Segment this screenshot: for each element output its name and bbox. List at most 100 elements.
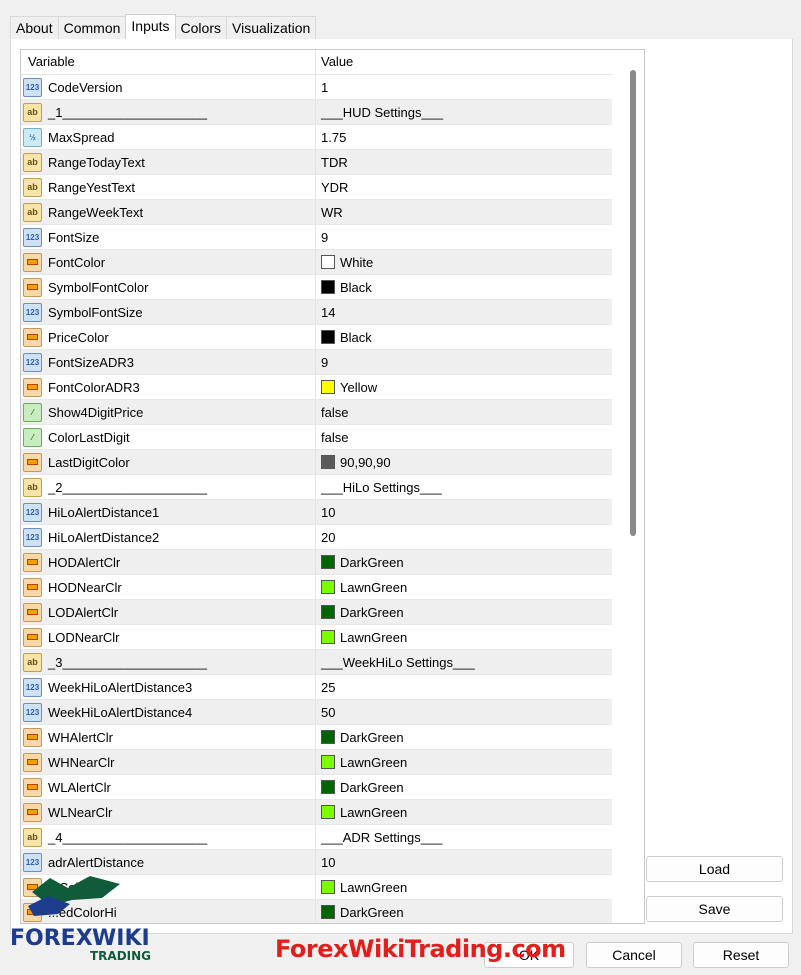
variable-cell[interactable]: ab RangeTodayText xyxy=(21,150,316,174)
table-row[interactable]: ab _1____________________ ___HUD Settings_… xyxy=(21,100,612,125)
value-cell[interactable]: DarkGreen xyxy=(316,775,612,799)
value-cell[interactable]: LawnGreen xyxy=(316,575,612,599)
variable-cell[interactable]: HODNearClr xyxy=(21,575,316,599)
tab-inputs[interactable]: Inputs xyxy=(125,14,176,40)
table-row[interactable]: 123 SymbolFontSize 14 xyxy=(21,300,612,325)
table-row[interactable]: WHNearClr LawnGreen xyxy=(21,750,612,775)
table-row[interactable]: ab RangeWeekText WR xyxy=(21,200,612,225)
variable-cell[interactable]: FontColorADR3 xyxy=(21,375,316,399)
variable-cell[interactable]: ab _4____________________ xyxy=(21,825,316,849)
variable-cell[interactable]: LastDigitColor xyxy=(21,450,316,474)
value-cell[interactable]: ___HiLo Settings___ xyxy=(316,475,612,499)
save-button[interactable]: Save xyxy=(646,896,783,922)
value-cell[interactable]: WR xyxy=(316,200,612,224)
variable-cell[interactable]: WLAlertClr xyxy=(21,775,316,799)
header-value[interactable]: Value xyxy=(316,50,612,74)
variable-cell[interactable]: WHNearClr xyxy=(21,750,316,774)
table-row[interactable]: SymbolFontColor Black xyxy=(21,275,612,300)
variable-cell[interactable]: ab _3____________________ xyxy=(21,650,316,674)
value-cell[interactable]: DarkGreen xyxy=(316,900,612,923)
variable-cell[interactable]: 123 WeekHiLoAlertDistance3 xyxy=(21,675,316,699)
value-cell[interactable]: 1 xyxy=(316,75,612,99)
variable-cell[interactable]: ½ MaxSpread xyxy=(21,125,316,149)
tab-visualization[interactable]: Visualization xyxy=(226,16,317,40)
table-row[interactable]: LODNearClr LawnGreen xyxy=(21,625,612,650)
variable-cell[interactable]: ab _2____________________ xyxy=(21,475,316,499)
header-variable[interactable]: Variable xyxy=(21,50,316,74)
value-cell[interactable]: ___ADR Settings___ xyxy=(316,825,612,849)
variable-cell[interactable]: ab RangeWeekText xyxy=(21,200,316,224)
value-cell[interactable]: LawnGreen xyxy=(316,625,612,649)
value-cell[interactable]: White xyxy=(316,250,612,274)
tab-colors[interactable]: Colors xyxy=(174,16,227,40)
value-cell[interactable]: LawnGreen xyxy=(316,800,612,824)
value-cell[interactable]: 50 xyxy=(316,700,612,724)
value-cell[interactable]: 90,90,90 xyxy=(316,450,612,474)
variable-cell[interactable]: HODAlertClr xyxy=(21,550,316,574)
variable-cell[interactable]: ab RangeYestText xyxy=(21,175,316,199)
value-cell[interactable]: Yellow xyxy=(316,375,612,399)
variable-cell[interactable]: 123 CodeVersion xyxy=(21,75,316,99)
value-cell[interactable]: LawnGreen xyxy=(316,875,612,899)
table-row[interactable]: 123 HiLoAlertDistance2 20 xyxy=(21,525,612,550)
variable-cell[interactable]: 123 SymbolFontSize xyxy=(21,300,316,324)
table-row[interactable]: ab _3____________________ ___WeekHiLo Sett… xyxy=(21,650,612,675)
variable-cell[interactable]: PriceColor xyxy=(21,325,316,349)
table-row[interactable]: LastDigitColor 90,90,90 xyxy=(21,450,612,475)
table-row[interactable]: FontColorADR3 Yellow xyxy=(21,375,612,400)
table-row[interactable]: ⁄ Show4DigitPrice false xyxy=(21,400,612,425)
value-cell[interactable]: 1.75 xyxy=(316,125,612,149)
variable-cell[interactable]: ⁄ Show4DigitPrice xyxy=(21,400,316,424)
table-row[interactable]: WHAlertClr DarkGreen xyxy=(21,725,612,750)
variable-cell[interactable]: 123 FontSize xyxy=(21,225,316,249)
value-cell[interactable]: 9 xyxy=(316,350,612,374)
table-row[interactable]: LODAlertClr DarkGreen xyxy=(21,600,612,625)
value-cell[interactable]: DarkGreen xyxy=(316,725,612,749)
variable-cell[interactable]: 123 WeekHiLoAlertDistance4 xyxy=(21,700,316,724)
table-row[interactable]: PriceColor Black xyxy=(21,325,612,350)
value-cell[interactable]: TDR xyxy=(316,150,612,174)
variable-cell[interactable]: LODAlertClr xyxy=(21,600,316,624)
reset-button[interactable]: Reset xyxy=(693,942,789,968)
variable-cell[interactable]: LODNearClr xyxy=(21,625,316,649)
value-cell[interactable]: 20 xyxy=(316,525,612,549)
table-row[interactable]: 123 FontSize 9 xyxy=(21,225,612,250)
value-cell[interactable]: DarkGreen xyxy=(316,550,612,574)
variable-cell[interactable]: ab _1____________________ xyxy=(21,100,316,124)
value-cell[interactable]: ___WeekHiLo Settings___ xyxy=(316,650,612,674)
value-cell[interactable]: Black xyxy=(316,275,612,299)
variable-cell[interactable]: 123 HiLoAlertDistance1 xyxy=(21,500,316,524)
variable-cell[interactable]: SymbolFontColor xyxy=(21,275,316,299)
value-cell[interactable]: 9 xyxy=(316,225,612,249)
cancel-button[interactable]: Cancel xyxy=(586,942,682,968)
tab-common[interactable]: Common xyxy=(57,16,127,40)
table-row[interactable]: ab _2____________________ ___HiLo Settings… xyxy=(21,475,612,500)
value-cell[interactable]: LawnGreen xyxy=(316,750,612,774)
table-row[interactable]: WLAlertClr DarkGreen xyxy=(21,775,612,800)
variable-cell[interactable]: ⁄ ColorLastDigit xyxy=(21,425,316,449)
table-row[interactable]: ab RangeTodayText TDR xyxy=(21,150,612,175)
tab-about[interactable]: About xyxy=(10,16,59,40)
variable-cell[interactable]: 123 HiLoAlertDistance2 xyxy=(21,525,316,549)
value-cell[interactable]: false xyxy=(316,400,612,424)
value-cell[interactable]: 10 xyxy=(316,850,612,874)
scrollbar-thumb[interactable] xyxy=(630,70,636,536)
table-row[interactable]: 123 WeekHiLoAlertDistance3 25 xyxy=(21,675,612,700)
variable-cell[interactable]: FontColor xyxy=(21,250,316,274)
value-cell[interactable]: YDR xyxy=(316,175,612,199)
table-row[interactable]: WLNearClr LawnGreen xyxy=(21,800,612,825)
value-cell[interactable]: false xyxy=(316,425,612,449)
value-cell[interactable]: 14 xyxy=(316,300,612,324)
table-row[interactable]: HODNearClr LawnGreen xyxy=(21,575,612,600)
value-cell[interactable]: ___HUD Settings___ xyxy=(316,100,612,124)
table-row[interactable]: ab _4____________________ ___ADR Settings_… xyxy=(21,825,612,850)
value-cell[interactable]: DarkGreen xyxy=(316,600,612,624)
load-button[interactable]: Load xyxy=(646,856,783,882)
table-row[interactable]: 123 WeekHiLoAlertDistance4 50 xyxy=(21,700,612,725)
value-cell[interactable]: Black xyxy=(316,325,612,349)
value-cell[interactable]: 10 xyxy=(316,500,612,524)
table-row[interactable]: ab RangeYestText YDR xyxy=(21,175,612,200)
table-row[interactable]: HODAlertClr DarkGreen xyxy=(21,550,612,575)
variable-cell[interactable]: WLNearClr xyxy=(21,800,316,824)
table-row[interactable]: 123 FontSizeADR3 9 xyxy=(21,350,612,375)
